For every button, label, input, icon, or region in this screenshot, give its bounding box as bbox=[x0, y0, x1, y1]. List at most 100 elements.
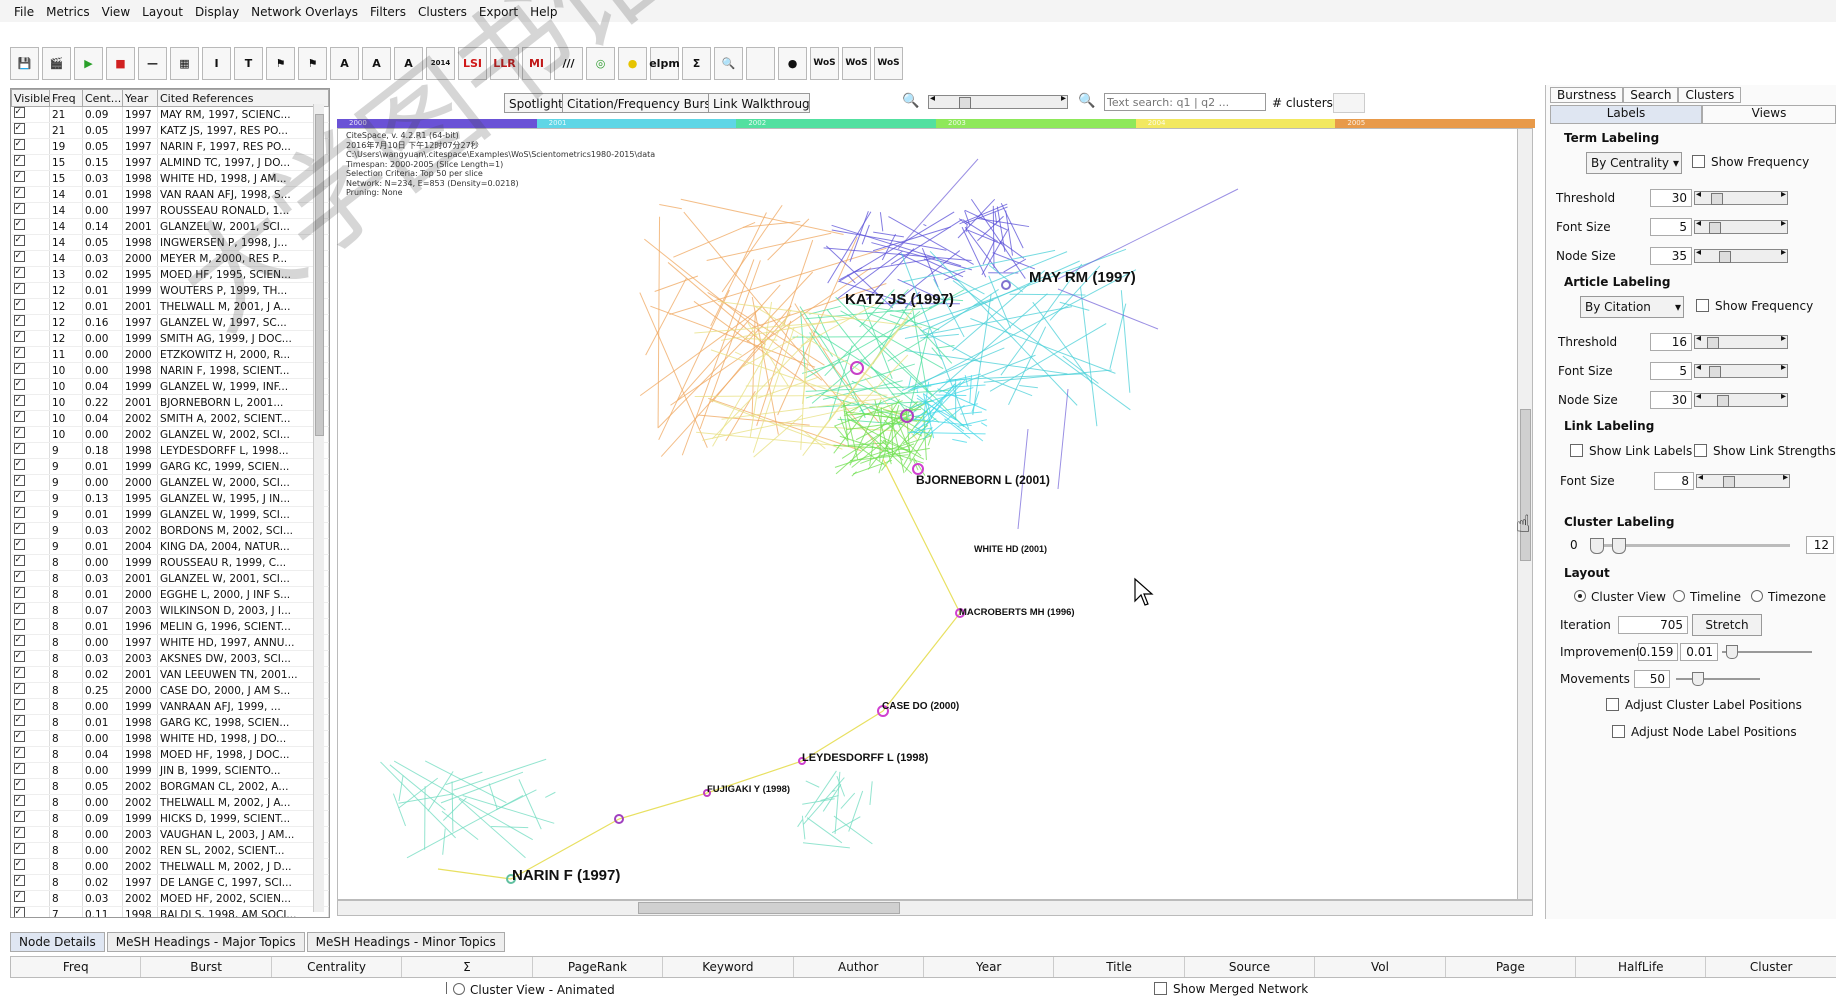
mi-icon[interactable]: MI bbox=[522, 46, 551, 80]
node-label-bjorneborn[interactable]: BJORNEBORN L (2001) bbox=[916, 473, 1050, 487]
table-row[interactable]: 80.001999JIN B, 1999, SCIENTO... bbox=[11, 762, 329, 779]
tab-labels[interactable]: Labels bbox=[1550, 105, 1702, 124]
column-header[interactable]: Keyword bbox=[663, 957, 794, 977]
col-centrality[interactable]: Cent... bbox=[82, 89, 123, 107]
tri-c-icon[interactable]: A bbox=[394, 46, 423, 80]
movements-field[interactable]: 50 bbox=[1634, 670, 1670, 688]
table-row[interactable]: 80.022001VAN LEEUWEN TN, 2001... bbox=[11, 666, 329, 683]
wos-u2013-icon[interactable]: WoS bbox=[874, 46, 903, 80]
visible-checkbox[interactable] bbox=[11, 842, 50, 859]
tab-search[interactable]: Search bbox=[1623, 87, 1679, 103]
node-label-case[interactable]: CASE DO (2000) bbox=[882, 701, 959, 712]
burst-button[interactable]: Citation/Frequency Burst bbox=[562, 93, 721, 113]
table-row[interactable]: 80.001999VANRAAN AFJ, 1999, ... bbox=[11, 698, 329, 715]
menu-network-overlays[interactable]: Network Overlays bbox=[245, 3, 364, 21]
table-row[interactable]: 90.012004KING DA, 2004, NATUR... bbox=[11, 538, 329, 555]
term-threshold-slider[interactable] bbox=[1694, 189, 1788, 205]
wos-tc-icon[interactable]: WoS bbox=[810, 46, 839, 80]
cluster-view-radio[interactable]: Cluster View bbox=[1574, 590, 1666, 604]
article-font-slider[interactable] bbox=[1694, 362, 1788, 378]
col-year[interactable]: Year bbox=[122, 89, 158, 107]
dots-icon[interactable]: ● bbox=[778, 46, 807, 80]
article-threshold-field[interactable]: 16 bbox=[1650, 333, 1692, 351]
table-row[interactable]: 140.032000MEYER M, 2000, RES P... bbox=[11, 250, 329, 267]
visible-checkbox[interactable] bbox=[11, 202, 50, 219]
node-label-katz[interactable]: KATZ JS (1997) bbox=[845, 291, 954, 308]
cluster-view-animated-status[interactable]: Cluster View - Animated bbox=[446, 982, 615, 997]
visible-checkbox[interactable] bbox=[11, 618, 50, 635]
adjust-node-label-checkbox[interactable]: Adjust Node Label Positions bbox=[1612, 725, 1797, 739]
visible-checkbox[interactable] bbox=[11, 554, 50, 571]
clusters-count-field[interactable] bbox=[1333, 93, 1365, 113]
article-show-frequency-checkbox[interactable]: Show Frequency bbox=[1696, 299, 1813, 313]
table-row[interactable]: 80.052002BORGMAN CL, 2002, A... bbox=[11, 778, 329, 795]
table-row[interactable]: 100.222001BJORNEBORN L, 2001... bbox=[11, 394, 329, 411]
table-row[interactable]: 80.091999HICKS D, 1999, SCIENT... bbox=[11, 810, 329, 827]
visible-checkbox[interactable] bbox=[11, 426, 50, 443]
canvas-horizontal-scrollbar[interactable] bbox=[337, 900, 1533, 916]
tab-mesh-major[interactable]: MeSH Headings - Major Topics bbox=[106, 932, 305, 952]
visible-checkbox[interactable] bbox=[11, 650, 50, 667]
article-threshold-slider[interactable] bbox=[1694, 333, 1788, 349]
term-threshold-field[interactable]: 30 bbox=[1650, 189, 1692, 207]
visible-checkbox[interactable] bbox=[11, 522, 50, 539]
i-beam-icon[interactable]: I bbox=[202, 46, 231, 80]
text-icon[interactable]: T bbox=[234, 46, 263, 80]
column-header[interactable]: Centrality bbox=[272, 957, 403, 977]
node-label-may[interactable]: MAY RM (1997) bbox=[1029, 269, 1136, 286]
search-icon[interactable]: 🔍 bbox=[714, 46, 743, 80]
go-icon[interactable]: ▶ bbox=[74, 46, 103, 80]
column-header[interactable]: Σ bbox=[402, 957, 533, 977]
visible-checkbox[interactable] bbox=[11, 810, 50, 827]
visible-checkbox[interactable] bbox=[11, 666, 50, 683]
table-row[interactable]: 80.002002REN SL, 2002, SCIENT... bbox=[11, 842, 329, 859]
column-header[interactable]: Year bbox=[924, 957, 1055, 977]
visible-checkbox[interactable] bbox=[11, 778, 50, 795]
flag-green-icon[interactable]: ⚑ bbox=[298, 46, 327, 80]
table-row[interactable]: 80.001998WHITE HD, 1998, J DO... bbox=[11, 730, 329, 747]
table-row[interactable]: 80.001997WHITE HD, 1997, ANNU... bbox=[11, 634, 329, 651]
article-labeling-mode-select[interactable]: By Citation ▾ bbox=[1580, 296, 1684, 318]
tab-burstness[interactable]: Burstness bbox=[1550, 87, 1624, 103]
table-row[interactable]: 150.031998WHITE HD, 1998, J AM... bbox=[11, 170, 329, 187]
link-font-slider[interactable] bbox=[1696, 472, 1790, 488]
table-scrollbar[interactable] bbox=[313, 104, 324, 912]
col-freq[interactable]: Freq bbox=[49, 89, 83, 107]
timezone-radio[interactable]: Timezone bbox=[1751, 590, 1826, 604]
table-row[interactable]: 80.032001GLANZEL W, 2001, SCI... bbox=[11, 570, 329, 587]
column-header[interactable]: Source bbox=[1185, 957, 1316, 977]
visible-checkbox[interactable] bbox=[11, 330, 50, 347]
arrow-icon[interactable] bbox=[746, 46, 775, 80]
improvement-slider[interactable] bbox=[1722, 645, 1812, 659]
table-row[interactable]: 100.041999GLANZEL W, 1999, INF... bbox=[11, 378, 329, 395]
column-header[interactable]: Author bbox=[794, 957, 924, 977]
sigma-icon[interactable]: Σ bbox=[682, 46, 711, 80]
table-row[interactable]: 80.001999ROUSSEAU R, 1999, C... bbox=[11, 554, 329, 571]
zoom-in-icon[interactable]: 🔍 bbox=[1078, 93, 1096, 111]
table-row[interactable]: 80.002002THELWALL M, 2002, J A... bbox=[11, 794, 329, 811]
menu-view[interactable]: View bbox=[96, 3, 136, 21]
table-row[interactable]: 80.032002MOED HF, 2002, SCIEN... bbox=[11, 890, 329, 907]
node-label-fujigaki[interactable]: FUJIGAKI Y (1998) bbox=[707, 784, 790, 795]
table-row[interactable]: 190.051997NARIN F, 1997, RES PO... bbox=[11, 138, 329, 155]
col-cited-references[interactable]: Cited References bbox=[157, 89, 329, 107]
visible-checkbox[interactable] bbox=[11, 250, 50, 267]
table-row[interactable]: 100.002002GLANZEL W, 2002, SCI... bbox=[11, 426, 329, 443]
table-row[interactable]: 210.091997MAY RM, 1997, SCIENC... bbox=[11, 106, 329, 123]
menu-clusters[interactable]: Clusters bbox=[412, 3, 473, 21]
save-icon[interactable]: 💾 bbox=[10, 46, 39, 80]
zoom-out-icon[interactable]: 🔍 bbox=[902, 93, 920, 111]
table-row[interactable]: 140.001997ROUSSEAU RONALD, 1... bbox=[11, 202, 329, 219]
node-label-white[interactable]: WHITE HD (2001) bbox=[974, 544, 1047, 554]
visible-checkbox[interactable] bbox=[11, 362, 50, 379]
elpm-icon[interactable]: elpm bbox=[649, 46, 680, 80]
visible-checkbox[interactable] bbox=[11, 314, 50, 331]
table-row[interactable]: 120.161997GLANZEL W, 1997, SC... bbox=[11, 314, 329, 331]
column-header[interactable]: HalfLife bbox=[1576, 957, 1707, 977]
table-row[interactable]: 80.011996MELIN G, 1996, SCIENT... bbox=[11, 618, 329, 635]
table-row[interactable]: 90.131995GLANZEL W, 1995, J IN... bbox=[11, 490, 329, 507]
visible-checkbox[interactable] bbox=[11, 874, 50, 891]
text-search-input[interactable] bbox=[1104, 93, 1266, 111]
menu-filters[interactable]: Filters bbox=[364, 3, 412, 21]
visible-checkbox[interactable] bbox=[11, 762, 50, 779]
